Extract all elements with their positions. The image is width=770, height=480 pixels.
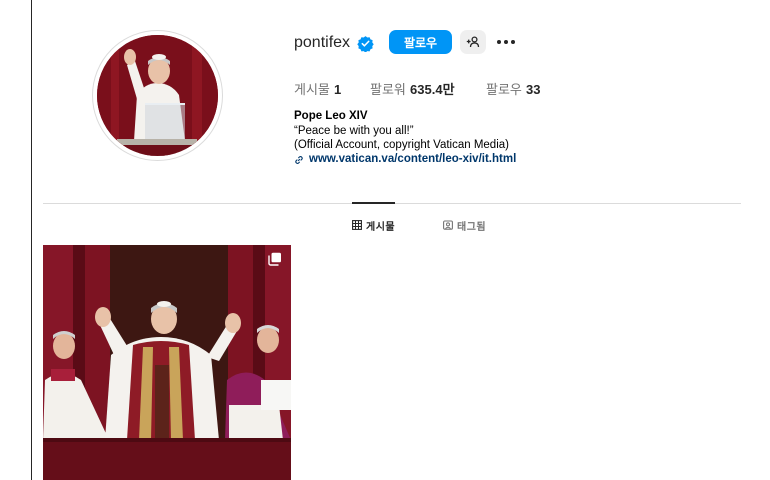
tagged-icon xyxy=(443,220,453,230)
bio-line-1: “Peace be with you all!” xyxy=(294,125,414,137)
verified-badge-icon xyxy=(357,36,374,52)
tab-posts-label: 게시물 xyxy=(366,221,396,233)
follow-button[interactable]: 팔로우 xyxy=(389,30,452,54)
posts-value: 1 xyxy=(334,82,342,97)
posts-label: 게시물 xyxy=(294,83,330,98)
profile-username: pontifex xyxy=(294,34,351,51)
tab-tagged[interactable]: 태그됨 xyxy=(443,218,487,233)
followers-label: 팔로워 xyxy=(370,83,406,98)
carousel-icon xyxy=(268,252,281,266)
link-icon xyxy=(295,156,303,164)
active-tab-indicator xyxy=(352,202,395,204)
add-person-icon xyxy=(466,36,480,48)
bio-line-2: (Official Account, copyright Vatican Med… xyxy=(294,139,509,151)
following-label: 팔로우 xyxy=(486,83,522,98)
tab-posts[interactable]: 게시물 xyxy=(352,218,396,233)
tab-tagged-label: 태그됨 xyxy=(457,221,487,233)
following-value: 33 xyxy=(526,82,541,97)
followers-count[interactable]: 팔로워 635.4만 xyxy=(370,79,455,98)
bio-full-name: Pope Leo XIV xyxy=(294,110,368,122)
suggested-accounts-button[interactable] xyxy=(460,30,486,54)
followers-value: 635.4만 xyxy=(410,82,455,97)
post-thumbnail[interactable] xyxy=(43,245,291,480)
avatar[interactable] xyxy=(97,35,218,156)
bio-website-link[interactable]: www.vatican.va/content/leo-xiv/it.html xyxy=(309,153,516,165)
avatar-image xyxy=(97,35,218,156)
window-edge-divider xyxy=(31,0,32,480)
posts-count: 게시물 1 xyxy=(294,79,341,98)
more-options-icon[interactable] xyxy=(494,31,518,53)
grid-icon xyxy=(352,220,362,230)
following-count[interactable]: 팔로우 33 xyxy=(486,79,541,98)
post-image xyxy=(43,245,291,480)
